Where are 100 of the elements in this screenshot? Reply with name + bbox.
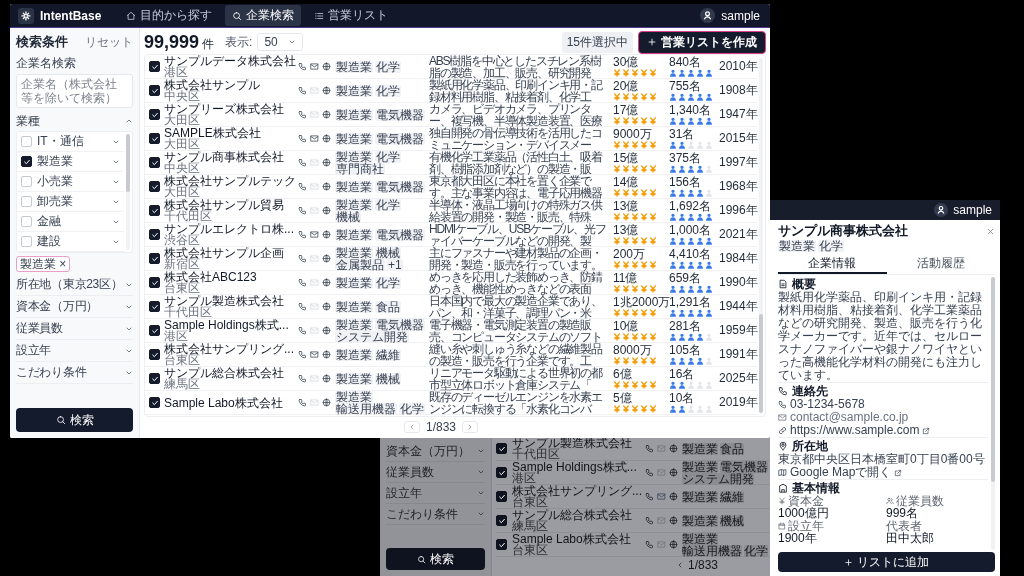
founded-year: 2010年 [719,58,757,75]
filter-section[interactable]: 所在地（東京23区） [16,274,133,296]
founded-year: 1944年 [719,298,757,315]
description-text: 東京都大田区に本社を置く企業です。主な事業内容は、電子応用機器 [429,174,602,199]
section-heading: 所在地 [792,439,828,453]
employee-count: 1,291名 [669,296,713,308]
tag: 化学 [818,240,844,252]
address-text: 東京都中央区日本橋室町0丁目0番00号 [778,453,986,466]
company-name[interactable]: サンプリーズ株式会社 [164,103,296,115]
area-label: 大田区 [164,139,200,150]
area-label: 新宿区 [164,259,200,270]
industry-option[interactable]: 建設 [17,232,124,252]
search-button[interactable]: 検索 [386,548,485,570]
filter-section[interactable]: 従業員数 [16,318,133,340]
website-link[interactable]: https://www.sample.com [790,424,920,437]
nav-tab[interactable]: 目的から探す [119,5,220,26]
filter-section[interactable]: 設立年 [386,483,485,504]
phone-number: 03-1234-5678 [790,398,865,411]
company-name[interactable]: サンプル総合株式会社 [512,509,642,521]
tag: 製造業 [335,60,373,73]
description-text: 製紙用化学薬品、印刷インキ用・記録材料用樹脂、粘接着剤、化学工 [429,78,604,103]
field-label: 代表者 [886,520,922,532]
reset-link[interactable]: リセット [85,33,133,51]
tag: 繊維 [375,348,401,361]
area-label: 大田区 [164,115,200,126]
email-address[interactable]: contact@sample.co.jp [790,411,909,424]
tag: 化学 [399,402,425,415]
tag: 食品 [720,442,744,455]
company-name[interactable]: サンプルエレクトロ株... [164,223,296,235]
employee-count: 840名 [669,56,703,68]
company-name[interactable]: 株式会社サンプルテック [164,175,296,187]
tag: 電気機器 [375,180,425,193]
description-text: めっきを応用した装飾めっき、防錆めっき、機能性めっきなどの表面 [429,270,603,295]
capital-value: 17億 [613,104,640,116]
area-label: 千代田区 [164,211,212,222]
user-name[interactable]: sample [721,8,760,23]
search-button[interactable]: 検索 [16,408,133,432]
add-to-list-button[interactable]: リストに追加 [778,552,995,572]
tag: 製造業 [335,228,373,241]
employee-count: 16名 [669,368,696,380]
tag: 製造業 [682,442,718,455]
company-name[interactable]: サンプル製造株式会社 [512,437,642,449]
filter-section[interactable]: こだわり条件 [16,362,133,384]
employee-count: 4,410名 [669,248,713,260]
page-indicator: 1/833 [426,420,457,434]
section-heading: 概要 [792,277,816,291]
founded-year: 1908年 [719,82,757,99]
filter-chip[interactable]: 製造業 × [16,256,71,272]
company-name[interactable]: 株式会社サンプル [164,79,296,91]
field-label: 企業名検索 [16,55,77,72]
employee-count: 31名 [669,128,696,140]
company-name[interactable]: 株式会社サンプル企画 [164,247,296,259]
employee-count: 755名 [669,80,703,92]
description-text: 有機化学工業薬品（活性白土、吸着剤、樹脂添加剤など）の製造・販 [429,150,604,175]
capital-value: 8000万 [613,344,653,356]
industry-option[interactable]: IT・通信 [17,132,124,152]
employee-count: 375名 [669,152,703,164]
tab[interactable]: 企業情報 [778,254,887,274]
tag: 機械 [375,372,401,385]
company-name[interactable]: 株式会社サンプル貿易 [164,199,296,211]
company-name[interactable]: サンプル製造株式会社 [164,295,296,307]
industry-option[interactable]: 金融 [17,212,124,232]
company-name[interactable]: 株式会社サンプリング... [164,343,296,355]
company-name[interactable]: 株式会社サンプリング... [512,485,642,497]
company-name[interactable]: Sample Labo株式会社 [512,533,642,545]
field-value: 田中太郎 [886,532,935,545]
map-link[interactable]: Google Mapで開く [790,466,892,479]
tag: システム開発 [335,330,409,343]
company-name[interactable]: Sample Holdings株式... [164,319,296,331]
capital-value: 15億 [613,152,640,164]
filter-section[interactable]: 従業員数 [386,462,485,483]
company-name[interactable]: Sample Labo株式会社 [164,396,296,409]
create-list-button[interactable]: 営業リストを作成 [638,30,766,54]
filter-section[interactable]: 設立年 [16,340,133,362]
industry-option[interactable]: 小売業 [17,172,124,192]
area-label: 台東区 [164,355,200,366]
tag: 製造業 [335,180,373,193]
tag: 製造業 [335,108,373,121]
search-field[interactable]: 企業名（株式会社等を除いて検索） [16,74,133,108]
company-name[interactable]: サンプルデータ株式会社 [164,55,296,67]
tag: 製造業 [335,132,373,145]
nav-tab[interactable]: 営業リスト [307,5,396,26]
user-name[interactable]: sample [953,203,992,217]
industry-option[interactable]: 製造業 [17,152,124,172]
app-name[interactable]: IntentBase [40,8,102,23]
filter-section[interactable]: 資本金（万円） [386,441,485,462]
filter-section[interactable]: 資本金（万円） [16,296,133,318]
filter-section[interactable]: 業種 [16,111,133,131]
per-page-select[interactable]: 50 [257,33,303,51]
industry-option[interactable]: 卸売業 [17,192,124,212]
section-heading: 基本情報 [792,481,840,495]
company-name[interactable]: SAMPLE株式会社 [164,127,296,139]
company-name[interactable]: サンプル商事株式会社 [164,151,296,163]
area-label: 千代田区 [512,449,560,460]
company-name[interactable]: 株式会社ABC123 [164,271,296,283]
company-name[interactable]: サンプル総合株式会社 [164,367,296,379]
filter-section[interactable]: こだわり条件 [386,504,485,525]
company-name[interactable]: Sample Holdings株式... [512,461,642,473]
tab[interactable]: 活動履歴 [886,254,995,274]
nav-tab[interactable]: 企業検索 [225,5,302,26]
